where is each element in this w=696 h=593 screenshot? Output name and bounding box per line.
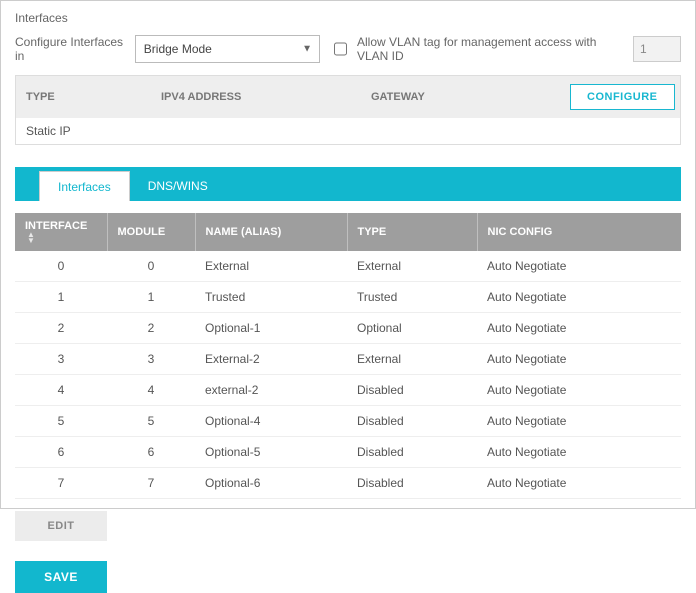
config-label: Configure Interfaces in xyxy=(15,35,127,63)
tab-dns-wins[interactable]: DNS/WINS xyxy=(130,171,226,201)
vlan-checkbox[interactable] xyxy=(334,42,347,56)
cell-module: 4 xyxy=(107,375,195,406)
cell-name: Trusted xyxy=(195,282,347,313)
configure-button[interactable]: CONFIGURE xyxy=(570,84,675,110)
cell-interface: 5 xyxy=(15,406,107,437)
interfaces-panel: Interfaces Configure Interfaces in Bridg… xyxy=(0,0,696,509)
cell-name: External-2 xyxy=(195,344,347,375)
summary-col-gateway: GATEWAY xyxy=(371,91,570,103)
table-row[interactable]: 77Optional-6DisabledAuto Negotiate xyxy=(15,468,681,499)
table-header-row: INTERFACE ▲▼ MODULE NAME (ALIAS) TYPE NI… xyxy=(15,213,681,251)
cell-module: 5 xyxy=(107,406,195,437)
summary-col-ipv4: IPV4 ADDRESS xyxy=(161,91,371,103)
table-row[interactable]: 66Optional-5DisabledAuto Negotiate xyxy=(15,437,681,468)
cell-type: Trusted xyxy=(347,282,477,313)
cell-type: External xyxy=(347,251,477,282)
table-row[interactable]: 55Optional-4DisabledAuto Negotiate xyxy=(15,406,681,437)
table-row[interactable]: 11TrustedTrustedAuto Negotiate xyxy=(15,282,681,313)
cell-nic: Auto Negotiate xyxy=(477,251,681,282)
th-type[interactable]: TYPE xyxy=(347,213,477,251)
summary-col-action: CONFIGURE xyxy=(570,84,680,110)
cell-type: Optional xyxy=(347,313,477,344)
save-button[interactable]: SAVE xyxy=(15,561,107,593)
interfaces-table: INTERFACE ▲▼ MODULE NAME (ALIAS) TYPE NI… xyxy=(15,213,681,499)
cell-nic: Auto Negotiate xyxy=(477,282,681,313)
cell-nic: Auto Negotiate xyxy=(477,468,681,499)
cell-name: Optional-5 xyxy=(195,437,347,468)
th-name[interactable]: NAME (ALIAS) xyxy=(195,213,347,251)
table-row[interactable]: 44external-2DisabledAuto Negotiate xyxy=(15,375,681,406)
tabs-bar: Interfaces DNS/WINS xyxy=(15,167,681,201)
cell-interface: 2 xyxy=(15,313,107,344)
cell-type: Disabled xyxy=(347,406,477,437)
cell-interface: 1 xyxy=(15,282,107,313)
mode-select-wrap[interactable]: Bridge Mode ▼ xyxy=(135,35,320,63)
cell-module: 2 xyxy=(107,313,195,344)
cell-type: External xyxy=(347,344,477,375)
summary-type-value: Static IP xyxy=(16,124,161,138)
summary-header: TYPE IPV4 ADDRESS GATEWAY CONFIGURE xyxy=(16,76,680,118)
cell-module: 3 xyxy=(107,344,195,375)
th-module[interactable]: MODULE xyxy=(107,213,195,251)
vlan-checkbox-label: Allow VLAN tag for management access wit… xyxy=(357,35,625,63)
cell-name: Optional-1 xyxy=(195,313,347,344)
cell-module: 1 xyxy=(107,282,195,313)
cell-module: 0 xyxy=(107,251,195,282)
cell-interface: 3 xyxy=(15,344,107,375)
cell-type: Disabled xyxy=(347,437,477,468)
cell-nic: Auto Negotiate xyxy=(477,375,681,406)
table-row[interactable]: 33External-2ExternalAuto Negotiate xyxy=(15,344,681,375)
summary-col-type: TYPE xyxy=(16,91,161,103)
cell-nic: Auto Negotiate xyxy=(477,344,681,375)
cell-module: 6 xyxy=(107,437,195,468)
th-interface[interactable]: INTERFACE ▲▼ xyxy=(15,213,107,251)
cell-interface: 4 xyxy=(15,375,107,406)
cell-module: 7 xyxy=(107,468,195,499)
table-row[interactable]: 00ExternalExternalAuto Negotiate xyxy=(15,251,681,282)
cell-nic: Auto Negotiate xyxy=(477,313,681,344)
cell-name: External xyxy=(195,251,347,282)
th-nic[interactable]: NIC CONFIG xyxy=(477,213,681,251)
cell-name: Optional-4 xyxy=(195,406,347,437)
cell-type: Disabled xyxy=(347,468,477,499)
edit-button[interactable]: EDIT xyxy=(15,511,107,541)
cell-name: Optional-6 xyxy=(195,468,347,499)
mode-select[interactable]: Bridge Mode xyxy=(135,35,320,63)
cell-nic: Auto Negotiate xyxy=(477,437,681,468)
cell-type: Disabled xyxy=(347,375,477,406)
table-row[interactable]: 22Optional-1OptionalAuto Negotiate xyxy=(15,313,681,344)
vlan-id-field[interactable] xyxy=(633,36,681,62)
summary-table: TYPE IPV4 ADDRESS GATEWAY CONFIGURE Stat… xyxy=(15,75,681,145)
sort-icon: ▲▼ xyxy=(27,232,35,244)
cell-interface: 7 xyxy=(15,468,107,499)
cell-nic: Auto Negotiate xyxy=(477,406,681,437)
cell-name: external-2 xyxy=(195,375,347,406)
summary-row: Static IP xyxy=(16,118,680,144)
section-title: Interfaces xyxy=(15,11,681,25)
cell-interface: 6 xyxy=(15,437,107,468)
tab-interfaces[interactable]: Interfaces xyxy=(39,171,130,201)
cell-interface: 0 xyxy=(15,251,107,282)
config-row: Configure Interfaces in Bridge Mode ▼ Al… xyxy=(15,35,681,63)
